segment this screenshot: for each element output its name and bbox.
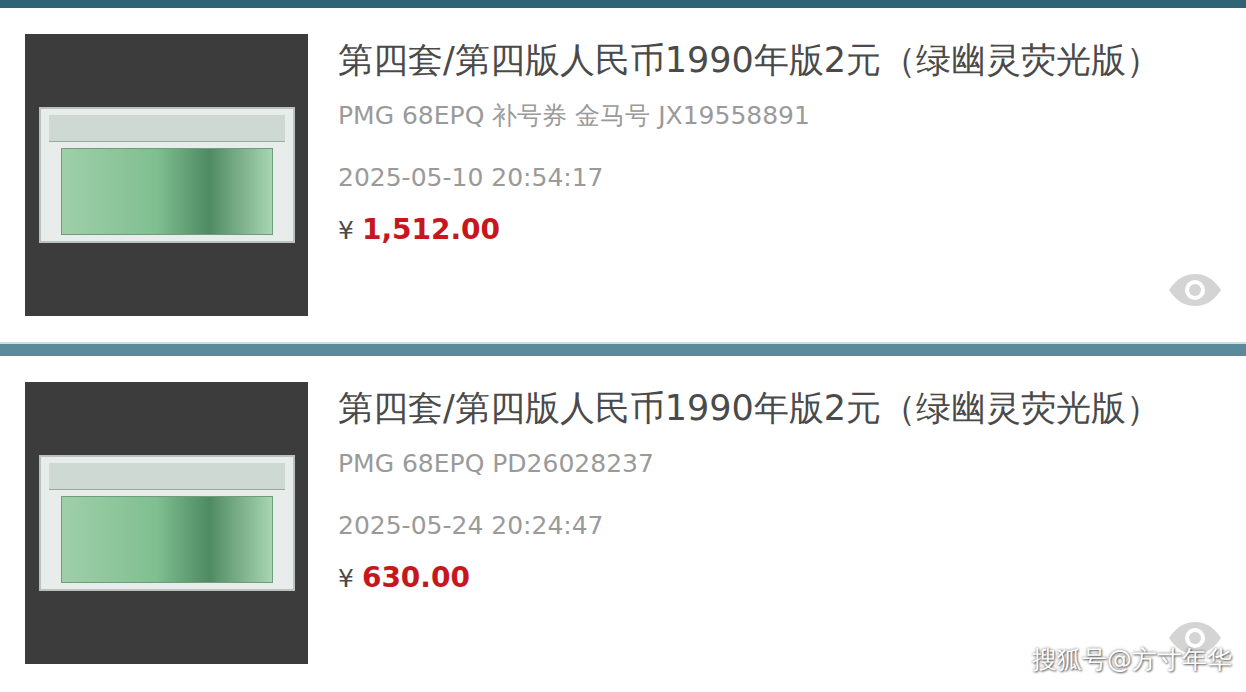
listing-info: 第四套/第四版人民币1990年版2元（绿幽灵荧光版） PMG 68EPQ 补号券 … xyxy=(308,34,1166,246)
holder-label xyxy=(49,463,285,490)
listing-time: 2025-05-10 20:54:17 xyxy=(338,159,1166,197)
price: ¥1,512.00 xyxy=(338,213,1166,246)
listing-info: 第四套/第四版人民币1990年版2元（绿幽灵荧光版） PMG 68EPQ PD26… xyxy=(308,382,1166,594)
grading-holder xyxy=(39,455,295,591)
grading-holder xyxy=(39,107,295,243)
listing-title[interactable]: 第四套/第四版人民币1990年版2元（绿幽灵荧光版） xyxy=(338,31,1166,89)
watermark: 搜狐号@方寸年华 xyxy=(1032,643,1232,676)
currency-symbol: ¥ xyxy=(338,216,354,245)
listing-detail: PMG 68EPQ PD26028237 xyxy=(338,445,1166,483)
banknote-photo[interactable] xyxy=(25,382,308,664)
currency-symbol: ¥ xyxy=(338,564,354,593)
banknote-photo[interactable] xyxy=(25,34,308,316)
price-value: 1,512.00 xyxy=(362,213,500,246)
listing-title[interactable]: 第四套/第四版人民币1990年版2元（绿幽灵荧光版） xyxy=(338,379,1166,437)
view-button[interactable] xyxy=(1166,272,1224,308)
top-bar xyxy=(0,0,1246,8)
listing-card[interactable]: 第四套/第四版人民币1990年版2元（绿幽灵荧光版） PMG 68EPQ 补号券 … xyxy=(0,8,1246,342)
banknote xyxy=(61,148,273,235)
eye-icon[interactable] xyxy=(1166,272,1224,308)
listing-page: 第四套/第四版人民币1990年版2元（绿幽灵荧光版） PMG 68EPQ 补号券 … xyxy=(0,0,1246,692)
banknote xyxy=(61,496,273,583)
listing-time: 2025-05-24 20:24:47 xyxy=(338,507,1166,545)
separator xyxy=(0,342,1246,356)
listing-detail: PMG 68EPQ 补号券 金马号 JX19558891 xyxy=(338,97,1166,135)
holder-label xyxy=(49,115,285,142)
listing-card[interactable]: 第四套/第四版人民币1990年版2元（绿幽灵荧光版） PMG 68EPQ PD26… xyxy=(0,356,1246,690)
price: ¥630.00 xyxy=(338,561,1166,594)
price-value: 630.00 xyxy=(362,561,470,594)
